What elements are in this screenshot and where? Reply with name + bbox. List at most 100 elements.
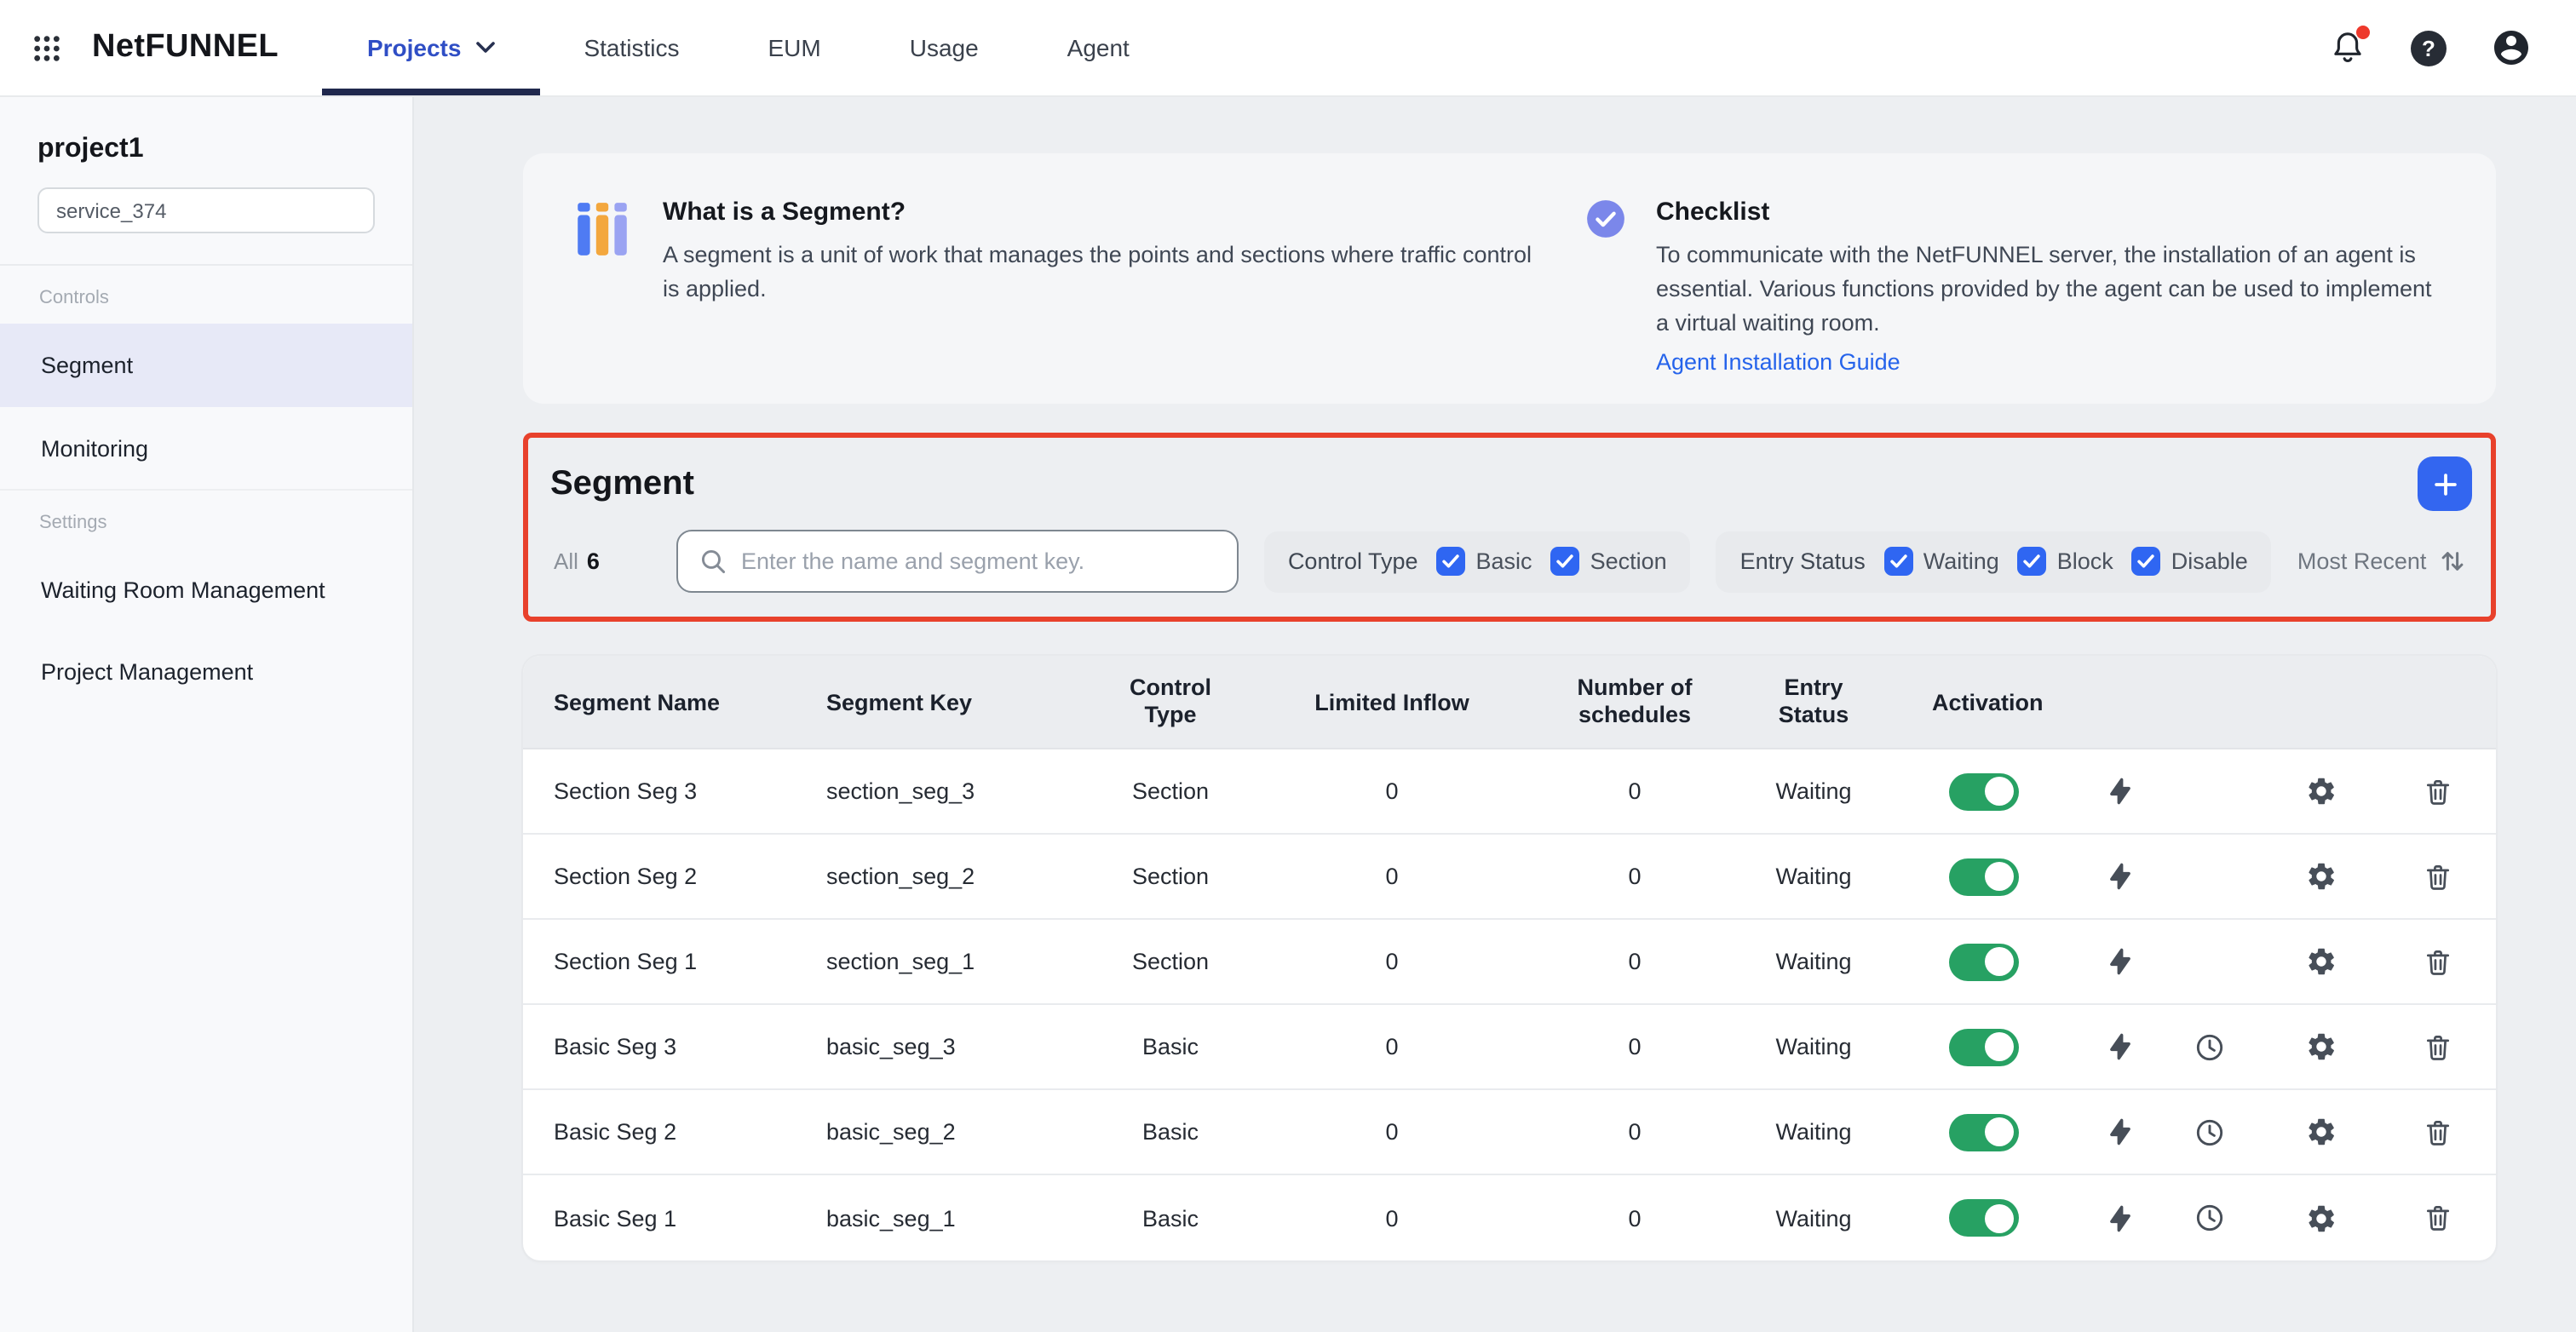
toggle-knob: [1985, 1032, 2014, 1061]
sidebar-item-monitoring[interactable]: Monitoring: [0, 407, 412, 491]
quick-block-icon[interactable]: [2106, 1032, 2135, 1061]
entry-status-cell: Waiting: [1775, 1119, 1852, 1145]
nav-item-statistics[interactable]: Statistics: [539, 0, 723, 95]
quick-block-icon[interactable]: [2106, 862, 2135, 891]
sidebar: project1 service_374 Controls Segment Mo…: [0, 97, 414, 1332]
check-circle-icon: [1584, 198, 1627, 240]
segment-table: Segment Name Segment Key Control Type Li…: [523, 656, 2497, 1260]
segment-name-cell: Basic Seg 3: [554, 1034, 677, 1059]
all-label: All: [554, 548, 578, 574]
filter-option-basic[interactable]: Basic: [1436, 547, 1532, 576]
apps-grid-icon: [32, 33, 60, 62]
notifications-button[interactable]: [2329, 26, 2370, 66]
quick-block-icon[interactable]: [2106, 777, 2135, 806]
delete-trash-icon[interactable]: [2423, 1031, 2453, 1062]
entry-status-cell: Waiting: [1775, 864, 1852, 889]
nav-item-projects[interactable]: Projects: [322, 0, 540, 95]
nav-label: EUM: [768, 34, 821, 61]
settings-gear-icon[interactable]: [2304, 775, 2337, 807]
activation-toggle-on[interactable]: [1949, 772, 2019, 810]
delete-trash-icon[interactable]: [2423, 861, 2453, 892]
col-header-entry-status: Entry Status: [1778, 675, 1849, 727]
table-row: Basic Seg 3 basic_seg_3 Basic 0 0 Waitin…: [523, 1005, 2497, 1090]
schedule-clock-icon[interactable]: [2194, 1203, 2225, 1233]
filter-option-disable[interactable]: Disable: [2131, 547, 2248, 576]
top-navigation-bar: NetFUNNEL Projects Statistics EUM Usage …: [0, 0, 2576, 97]
schedules-cell: 0: [1628, 864, 1642, 889]
sidebar-item-label: Monitoring: [41, 435, 149, 461]
checkbox-checked-icon: [1550, 547, 1580, 576]
sidebar-item-segment[interactable]: Segment: [0, 324, 412, 407]
delete-trash-icon[interactable]: [2423, 1203, 2453, 1233]
add-segment-button[interactable]: [2418, 456, 2473, 511]
entry-status-filter: Entry Status Waiting Block Disable: [1716, 531, 2272, 592]
search-input[interactable]: [740, 548, 1216, 574]
segment-name-cell: Section Seg 2: [554, 864, 698, 889]
checkbox-checked-icon: [2017, 547, 2047, 576]
checkbox-label: Section: [1590, 548, 1667, 574]
activation-toggle-on[interactable]: [1949, 1028, 2019, 1065]
segment-key-cell: section_seg_2: [826, 864, 975, 889]
sort-control[interactable]: Most Recent: [2297, 548, 2476, 574]
schedule-clock-icon[interactable]: [2194, 1117, 2225, 1147]
checklist-block: Checklist To communicate with the NetFUN…: [1584, 196, 2448, 375]
help-button[interactable]: [2411, 30, 2447, 66]
delete-trash-icon[interactable]: [2423, 776, 2453, 807]
quick-block-icon[interactable]: [2106, 1203, 2135, 1232]
nav-item-agent[interactable]: Agent: [1023, 0, 1174, 95]
schedule-clock-icon[interactable]: [2194, 1031, 2225, 1062]
search-box: [676, 530, 1239, 593]
sidebar-item-project-management[interactable]: Project Management: [0, 630, 412, 712]
sidebar-item-waiting-room-management[interactable]: Waiting Room Management: [0, 548, 412, 630]
delete-trash-icon[interactable]: [2423, 946, 2453, 977]
activation-toggle-on[interactable]: [1949, 1113, 2019, 1151]
schedules-cell: 0: [1628, 1205, 1642, 1231]
table-row: Section Seg 3 section_seg_3 Section 0 0 …: [523, 749, 2497, 835]
filter-option-section[interactable]: Section: [1550, 547, 1667, 576]
control-type-label: Control Type: [1287, 548, 1418, 574]
nav-item-eum[interactable]: EUM: [723, 0, 865, 95]
account-button[interactable]: [2491, 27, 2532, 68]
activation-toggle-on[interactable]: [1949, 858, 2019, 895]
agent-installation-guide-link[interactable]: Agent Installation Guide: [1656, 349, 1900, 375]
settings-gear-icon[interactable]: [2304, 860, 2337, 893]
control-type-filter: Control Type Basic Section: [1263, 531, 1691, 592]
schedules-cell: 0: [1628, 949, 1642, 974]
help-icon: [2411, 30, 2447, 66]
filter-option-waiting[interactable]: Waiting: [1883, 547, 1999, 576]
sidebar-item-label: Waiting Room Management: [41, 577, 325, 602]
delete-trash-icon[interactable]: [2423, 1117, 2453, 1147]
segment-info-title: What is a Segment?: [663, 198, 906, 227]
segment-bars-icon: [571, 198, 634, 261]
checkbox-checked-icon: [1883, 547, 1913, 576]
quick-block-icon[interactable]: [2106, 1117, 2135, 1146]
main-content: What is a Segment? A segment is a unit o…: [414, 97, 2576, 1332]
quick-block-icon[interactable]: [2106, 947, 2135, 976]
service-selector[interactable]: service_374: [37, 187, 375, 233]
limited-inflow-cell: 0: [1385, 1205, 1399, 1231]
control-type-cell: Basic: [1141, 1205, 1199, 1231]
segment-info-block: What is a Segment? A segment is a unit o…: [571, 196, 1584, 361]
limited-inflow-cell: 0: [1385, 1034, 1399, 1059]
apps-grid-button[interactable]: [0, 0, 92, 95]
settings-gear-icon[interactable]: [2304, 1116, 2337, 1148]
nav-item-usage[interactable]: Usage: [865, 0, 1023, 95]
checkbox-label: Block: [2056, 548, 2113, 574]
search-icon: [699, 547, 727, 576]
activation-toggle-on[interactable]: [1949, 943, 2019, 980]
activation-toggle-on[interactable]: [1949, 1199, 2019, 1237]
checkbox-checked-icon: [1436, 547, 1466, 576]
settings-gear-icon[interactable]: [2304, 945, 2337, 978]
checkbox-label: Waiting: [1923, 548, 1999, 574]
netfunnel-logo[interactable]: NetFUNNEL: [92, 0, 279, 95]
segment-name-cell: Basic Seg 1: [554, 1205, 677, 1231]
table-row: Section Seg 1 section_seg_1 Section 0 0 …: [523, 920, 2497, 1005]
table-row: Section Seg 2 section_seg_2 Section 0 0 …: [523, 835, 2497, 920]
filter-option-block[interactable]: Block: [2017, 547, 2113, 576]
control-type-cell: Basic: [1141, 1119, 1199, 1145]
checklist-title: Checklist: [1656, 198, 1770, 227]
settings-gear-icon[interactable]: [2304, 1031, 2337, 1063]
segment-key-cell: basic_seg_3: [826, 1034, 956, 1059]
settings-gear-icon[interactable]: [2304, 1202, 2337, 1234]
table-row: Basic Seg 1 basic_seg_1 Basic 0 0 Waitin…: [523, 1175, 2496, 1260]
